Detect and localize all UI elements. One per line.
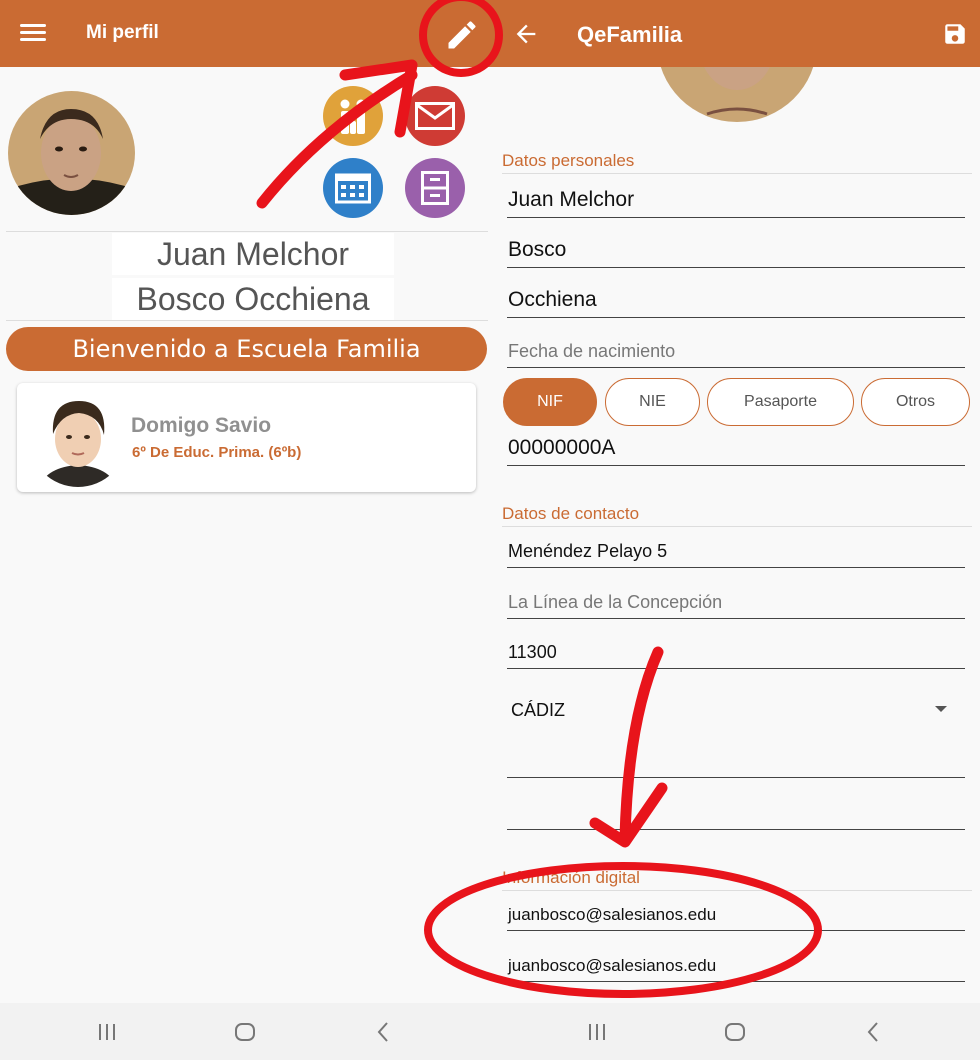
calendar-button[interactable]	[323, 158, 383, 218]
family-icon	[340, 99, 366, 134]
profile-last-names: Bosco Occhiena	[112, 278, 394, 320]
back-icon[interactable]	[861, 1019, 887, 1045]
system-nav-bar	[0, 1003, 494, 1060]
back-icon[interactable]	[371, 1019, 397, 1045]
system-nav-bar	[494, 1003, 980, 1060]
profile-avatar	[8, 91, 135, 215]
last-name2-value: Occhiena	[508, 288, 597, 311]
divider	[6, 320, 488, 321]
home-icon[interactable]	[722, 1019, 748, 1045]
recent-apps-icon[interactable]	[94, 1019, 120, 1045]
last-name2-field[interactable]: Occhiena	[507, 284, 965, 318]
dropdown-arrow-icon	[935, 706, 947, 712]
address-field[interactable]: Menéndez Pelayo 5	[507, 534, 965, 568]
mail-icon	[415, 102, 455, 130]
email-field-1[interactable]: juanbosco@salesianos.edu	[507, 897, 965, 931]
postal-code-field[interactable]: 11300	[507, 635, 965, 669]
city-placeholder: La Línea de la Concepción	[508, 592, 723, 612]
postal-code-value: 11300	[508, 642, 557, 662]
birth-date-field[interactable]: Fecha de nacimiento	[507, 334, 965, 368]
doc-type-other[interactable]: Otros	[861, 378, 970, 426]
app-title: QeFamilia	[577, 22, 683, 47]
profile-app-bar: Mi perfil	[0, 0, 494, 67]
section-contact-data: Datos de contacto	[502, 504, 972, 527]
section-personal-data: Datos personales	[502, 151, 972, 174]
pencil-icon[interactable]	[444, 17, 480, 53]
birth-date-placeholder: Fecha de nacimiento	[508, 341, 676, 361]
city-field[interactable]: La Línea de la Concepción	[507, 585, 965, 619]
last-name1-value: Bosco	[508, 238, 567, 261]
divider	[6, 231, 488, 232]
first-name-field[interactable]: Juan Melchor	[507, 184, 965, 218]
files-icon	[421, 171, 449, 205]
email-value-2: juanbosco@salesianos.edu	[508, 956, 717, 975]
doc-type-passport[interactable]: Pasaporte	[707, 378, 854, 426]
province-select[interactable]: CÁDIZ	[507, 690, 965, 778]
section-digital-info: Información digital	[502, 868, 972, 891]
save-icon[interactable]	[942, 20, 968, 48]
home-icon[interactable]	[232, 1019, 258, 1045]
welcome-banner: Bienvenido a Escuela Familia	[6, 327, 487, 371]
mail-button[interactable]	[405, 86, 465, 146]
back-arrow-icon[interactable]	[512, 20, 540, 48]
family-button[interactable]	[323, 86, 383, 146]
doc-number-field[interactable]: 00000000A	[507, 432, 965, 466]
edit-profile-screen: QeFamilia Datos personales Juan Melchor …	[494, 0, 980, 1060]
province-value: CÁDIZ	[511, 700, 565, 720]
child-class: 6º De Educ. Prima. (6ºb)	[132, 444, 302, 461]
email-value-1: juanbosco@salesianos.edu	[508, 905, 717, 924]
doc-type-nie[interactable]: NIE	[605, 378, 700, 426]
child-avatar	[29, 389, 127, 487]
child-name: Domigo Savio	[131, 414, 272, 437]
child-card[interactable]: Domigo Savio 6º De Educ. Prima. (6ºb)	[17, 383, 476, 492]
menu-icon[interactable]	[18, 20, 48, 46]
calendar-icon	[335, 173, 371, 204]
address-value: Menéndez Pelayo 5	[508, 541, 668, 561]
extra-field[interactable]	[507, 796, 965, 830]
files-button[interactable]	[405, 158, 465, 218]
doc-number-value: 00000000A	[508, 436, 616, 459]
doc-type-nif[interactable]: NIF	[503, 378, 597, 426]
recent-apps-icon[interactable]	[584, 1019, 610, 1045]
first-name-value: Juan Melchor	[508, 188, 635, 211]
edit-app-bar: QeFamilia	[494, 0, 980, 67]
profile-first-name: Juan Melchor	[112, 233, 394, 275]
last-name1-field[interactable]: Bosco	[507, 234, 965, 268]
page-title: Mi perfil	[86, 22, 159, 43]
email-field-2[interactable]: juanbosco@salesianos.edu	[507, 948, 965, 982]
profile-screen: Mi perfil Juan Melchor Bosco Occhiena Bi…	[0, 0, 494, 1060]
